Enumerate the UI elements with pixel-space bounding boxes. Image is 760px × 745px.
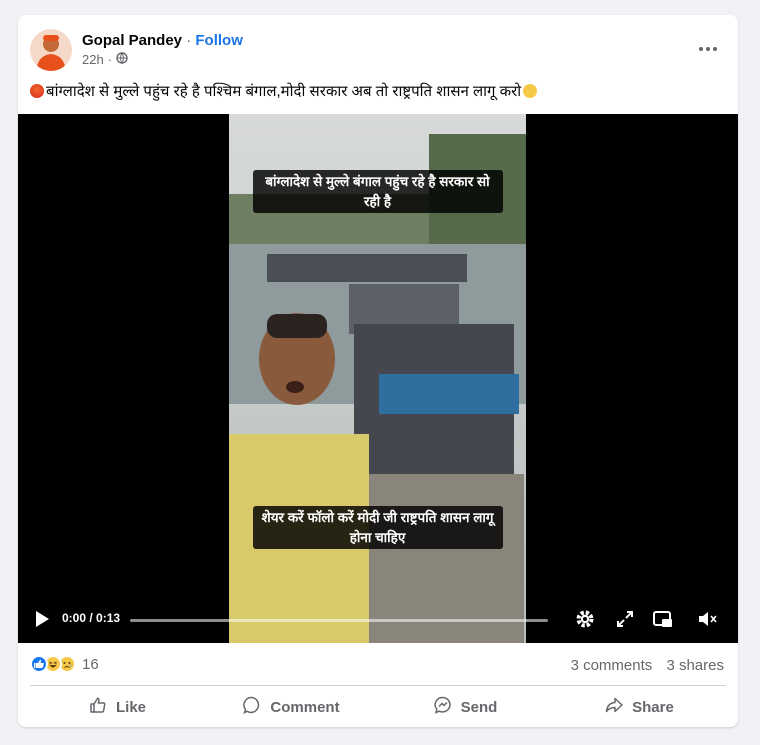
- mute-icon[interactable]: [696, 608, 718, 630]
- separator-dot: ·: [186, 32, 192, 49]
- author-row: Gopal Pandey · Follow: [82, 32, 243, 49]
- post-header: Gopal Pandey · Follow 22h ·: [30, 29, 726, 75]
- video-controls: 0:00 / 0:13: [18, 595, 738, 643]
- avatar[interactable]: [30, 29, 72, 71]
- shares-count[interactable]: 3 shares: [666, 657, 724, 674]
- more-options-icon[interactable]: [696, 39, 720, 59]
- send-label: Send: [460, 698, 498, 716]
- comment-bubble-icon: [242, 695, 262, 719]
- angry-emoji-icon: [30, 84, 44, 98]
- video-subtitle-top: बांग्लादेश से मुल्ले बंगाल पहुंच रहे है …: [252, 170, 503, 214]
- engagement-counts: 3 comments 3 shares: [571, 657, 724, 674]
- thumbs-up-icon: [88, 695, 108, 719]
- fullscreen-icon[interactable]: [614, 608, 636, 630]
- sad-emoji-icon: [523, 84, 538, 98]
- comment-button[interactable]: Comment: [204, 689, 378, 725]
- globe-icon: [116, 52, 128, 67]
- send-button[interactable]: Send: [378, 689, 552, 725]
- comment-label: Comment: [270, 698, 340, 716]
- divider: [30, 685, 726, 686]
- post-caption: बांग्लादेश से मुल्ले पहुंच रहे है पश्चिम…: [30, 81, 538, 101]
- post-timestamp[interactable]: 22h: [82, 52, 104, 67]
- post-meta: 22h ·: [82, 52, 128, 67]
- picture-in-picture-icon[interactable]: [652, 608, 674, 630]
- messenger-icon: [433, 695, 453, 719]
- like-label: Like: [115, 698, 146, 716]
- action-bar: Like Comment Send Share: [30, 689, 726, 725]
- author-name[interactable]: Gopal Pandey: [82, 32, 182, 49]
- post-stats: 16 3 comments 3 shares: [30, 651, 726, 679]
- video-progress-bar[interactable]: [130, 619, 548, 622]
- video-time: 0:00 / 0:13: [62, 611, 121, 625]
- like-icon: [30, 655, 48, 673]
- comments-count[interactable]: 3 comments: [571, 657, 653, 674]
- like-button[interactable]: Like: [30, 689, 204, 725]
- share-label: Share: [632, 698, 674, 716]
- share-arrow-icon: [604, 695, 624, 719]
- caption-text: बांग्लादेश से मुल्ले पहुंच रहे है पश्चिम…: [46, 83, 522, 100]
- reaction-count[interactable]: 16: [82, 656, 99, 673]
- video-subtitle-bottom: शेयर करें फॉलो करें मोदी जी राष्ट्रपति श…: [252, 506, 503, 550]
- play-icon[interactable]: [32, 609, 52, 629]
- video-frame: बांग्लादेश से मुल्ले बंगाल पहुंच रहे है …: [229, 114, 526, 643]
- post-card: Gopal Pandey · Follow 22h · बांग्लादेश स…: [18, 15, 738, 727]
- share-button[interactable]: Share: [552, 689, 726, 725]
- settings-gear-icon[interactable]: [574, 608, 596, 630]
- follow-button[interactable]: Follow: [195, 32, 243, 49]
- video-player[interactable]: बांग्लादेश से मुल्ले बंगाल पहुंच रहे है …: [18, 114, 738, 643]
- reaction-summary[interactable]: 16: [30, 655, 99, 673]
